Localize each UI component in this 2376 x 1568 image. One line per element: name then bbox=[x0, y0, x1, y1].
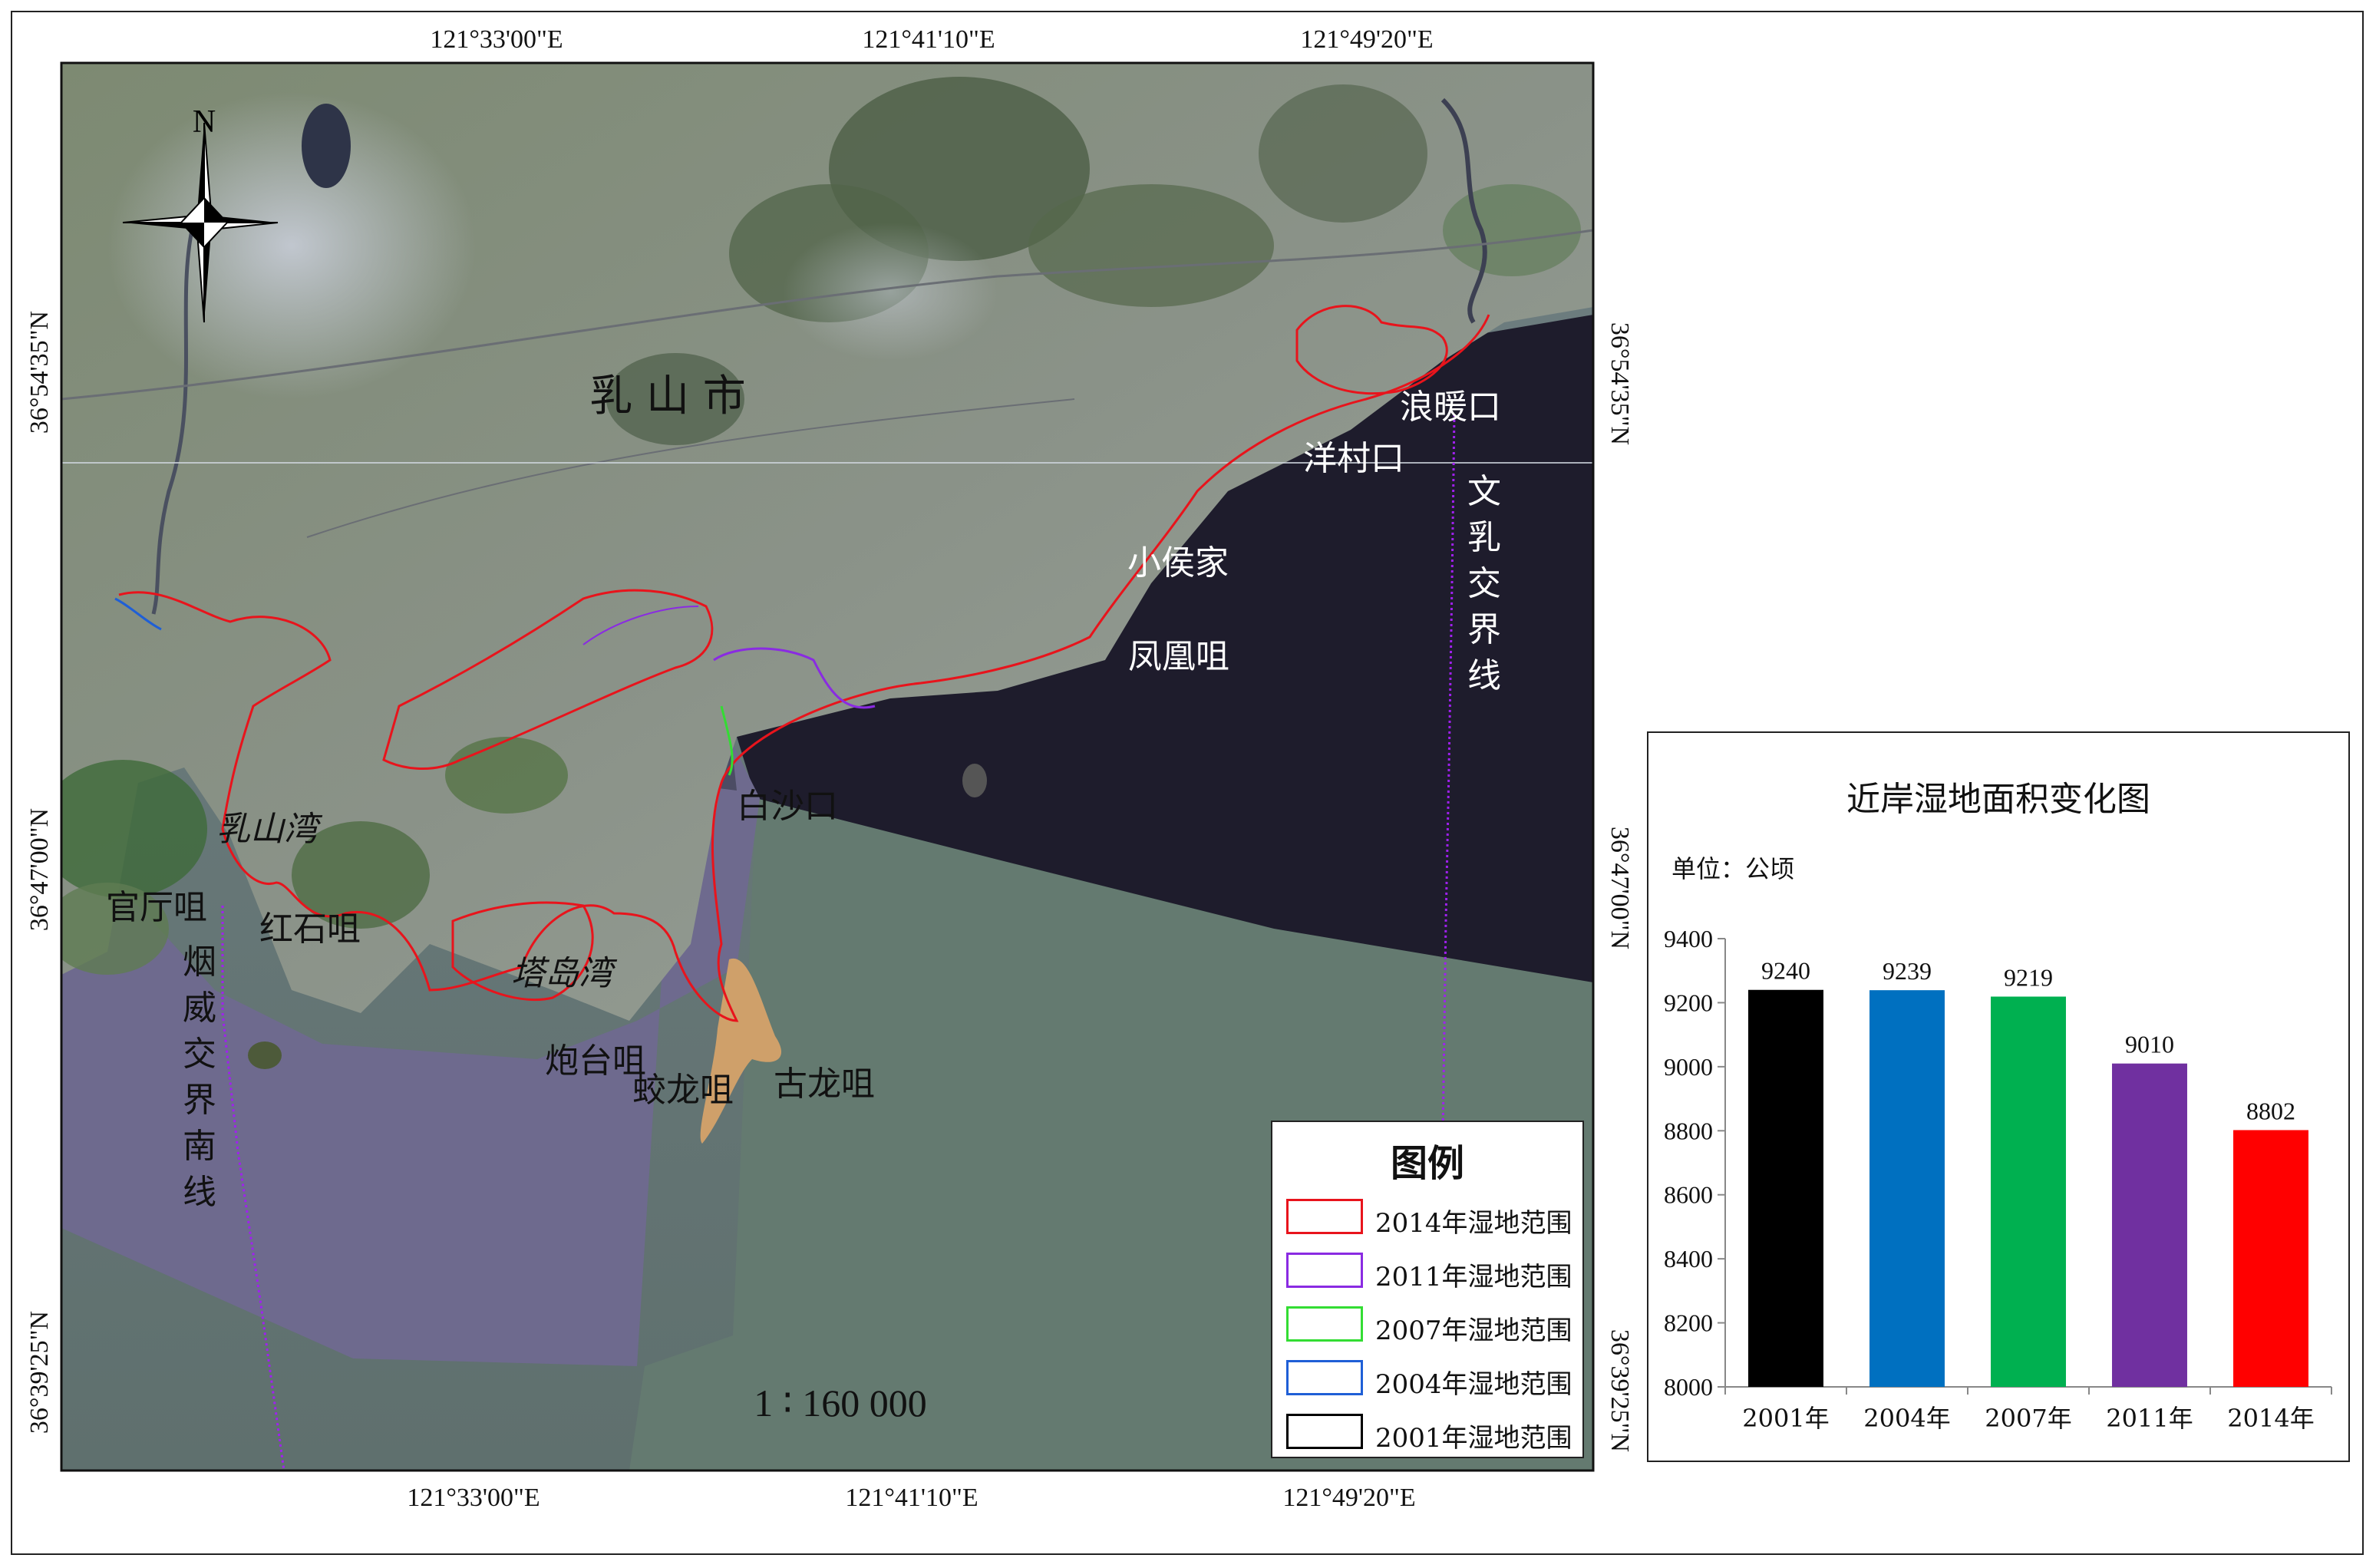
legend-swatch-2007 bbox=[1286, 1306, 1363, 1342]
map-legend: 图例 2014年湿地范围 2011年湿地范围 2007年湿地范围 2004年湿地… bbox=[1271, 1121, 1584, 1458]
legend-title: 图例 bbox=[1390, 1142, 1464, 1185]
coord-left-2: 36°47'00"N bbox=[25, 808, 54, 931]
coord-left-1: 36°54'35"N bbox=[25, 311, 54, 434]
data-label-0: 9240 bbox=[1761, 957, 1810, 985]
legend-label-2001: 2001年湿地范围 bbox=[1375, 1423, 1572, 1454]
data-label-3: 9010 bbox=[2125, 1031, 2174, 1058]
legend-item-2004: 2004年湿地范围 bbox=[1286, 1357, 1578, 1400]
x-tick-label-3: 2011年 bbox=[2106, 1404, 2193, 1433]
legend-swatch-2011 bbox=[1286, 1253, 1363, 1288]
bar-2 bbox=[1991, 996, 2066, 1387]
place-label-fenghuangzui: 凤凰咀 bbox=[1128, 637, 1229, 676]
place-label-rushanwan: 乳山湾 bbox=[216, 810, 323, 849]
legend-item-2001: 2001年湿地范围 bbox=[1286, 1411, 1578, 1454]
scale-text: 1 ∶ 160 000 bbox=[754, 1381, 927, 1424]
place-label-guantingzui: 官厅咀 bbox=[106, 888, 207, 927]
coord-right-2: 36°47'00"N bbox=[1605, 827, 1634, 949]
y-tick-label: 8200 bbox=[1664, 1309, 1713, 1337]
coord-top-1: 121°33'00"E bbox=[430, 25, 563, 54]
legend-swatch-2014 bbox=[1286, 1199, 1363, 1234]
coord-left-3: 36°39'25"N bbox=[25, 1311, 54, 1434]
y-tick-label: 9000 bbox=[1664, 1053, 1713, 1081]
coord-right-1: 36°54'35"N bbox=[1605, 322, 1634, 445]
data-label-4: 8802 bbox=[2246, 1097, 2295, 1124]
place-label-jiaolongzui: 蛟龙咀 bbox=[632, 1071, 734, 1110]
coord-bottom-3: 121°49'20"E bbox=[1282, 1484, 1415, 1512]
legend-label-2014: 2014年湿地范围 bbox=[1375, 1208, 1572, 1239]
legend-label-2004: 2004年湿地范围 bbox=[1375, 1369, 1572, 1400]
coord-right-3: 36°39'25"N bbox=[1605, 1329, 1634, 1452]
coord-bottom-1: 121°33'00"E bbox=[407, 1484, 540, 1512]
city-label: 乳 山 市 bbox=[589, 371, 746, 421]
coord-top-2: 121°41'10"E bbox=[862, 25, 995, 54]
data-label-2: 9219 bbox=[2004, 964, 2053, 992]
data-label-1: 9239 bbox=[1883, 957, 1932, 985]
chart-panel: 近岸湿地面积变化图 单位：公顷 8000 8200 8400 8600 8800 9000… bbox=[1647, 731, 2350, 1462]
y-tick-label: 8600 bbox=[1664, 1181, 1713, 1209]
place-label-yangcunkou: 洋村口 bbox=[1303, 439, 1404, 478]
bar-1 bbox=[1869, 990, 1945, 1387]
x-tick-label-4: 2014年 bbox=[2227, 1404, 2314, 1433]
legend-item-2014: 2014年湿地范围 bbox=[1286, 1196, 1578, 1239]
bar-chart: 8000 8200 8400 8600 8800 9000 9200 9400 9240 2001… bbox=[1664, 925, 2332, 1433]
wenru-boundary-label: 文乳交界线 bbox=[1467, 472, 1501, 695]
legend-label-2007: 2007年湿地范围 bbox=[1375, 1315, 1572, 1346]
legend-swatch-2004 bbox=[1286, 1360, 1363, 1395]
y-tick-label: 8400 bbox=[1664, 1245, 1713, 1273]
north-label: N bbox=[193, 104, 216, 140]
legend-swatch-2001 bbox=[1286, 1414, 1363, 1449]
place-label-hongshizui: 红石咀 bbox=[259, 909, 361, 949]
place-label-gulongzui: 古龙咀 bbox=[774, 1065, 875, 1104]
place-label-paotaizui: 炮台咀 bbox=[545, 1041, 646, 1081]
x-tick-label-0: 2001年 bbox=[1742, 1404, 1829, 1433]
x-tick-label-2: 2007年 bbox=[1985, 1404, 2071, 1433]
bar-0 bbox=[1748, 989, 1823, 1387]
place-label-langnuankou: 浪暖口 bbox=[1400, 388, 1501, 427]
legend-item-2007: 2007年湿地范围 bbox=[1286, 1303, 1578, 1346]
x-tick-label-1: 2004年 bbox=[1863, 1404, 1950, 1433]
place-label-baishakou: 白沙口 bbox=[737, 787, 838, 826]
place-label-tadaowan: 塔岛湾 bbox=[511, 954, 618, 993]
y-tick-label: 8000 bbox=[1664, 1373, 1713, 1401]
bar-4 bbox=[2233, 1130, 2308, 1387]
coord-bottom-2: 121°41'10"E bbox=[845, 1484, 978, 1512]
coord-top-3: 121°49'20"E bbox=[1300, 25, 1433, 54]
legend-label-2011: 2011年湿地范围 bbox=[1375, 1262, 1572, 1292]
y-tick-label: 9200 bbox=[1664, 989, 1713, 1016]
place-label-xiaohoujia: 小侯家 bbox=[1127, 543, 1229, 583]
y-tick-label: 8800 bbox=[1664, 1117, 1713, 1144]
bar-3 bbox=[2112, 1063, 2187, 1387]
legend-item-2011: 2011年湿地范围 bbox=[1286, 1249, 1578, 1292]
y-tick-label: 9400 bbox=[1664, 925, 1713, 952]
